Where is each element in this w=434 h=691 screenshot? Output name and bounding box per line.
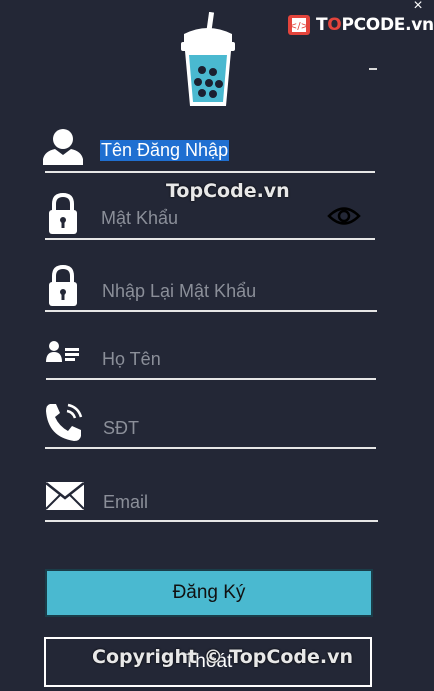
username-underline <box>45 171 375 173</box>
confirm-password-input[interactable]: Nhập Lại Mật Khẩu <box>102 281 256 302</box>
user-icon <box>42 127 84 165</box>
topcode-brand-logo: </> TOPCODE.vn <box>286 10 434 40</box>
full-name-underline <box>46 378 376 380</box>
email-underline <box>45 520 378 522</box>
watermark-center: TopCode.vn <box>166 180 290 202</box>
password-underline <box>45 238 375 240</box>
email-input[interactable]: Email <box>103 492 148 513</box>
eye-icon[interactable] <box>327 205 361 227</box>
phone-input[interactable]: SĐT <box>103 418 139 439</box>
watermark-copyright: Copyright © TopCode.vn <box>92 646 354 668</box>
lock-icon <box>47 193 79 235</box>
id-card-icon <box>46 340 80 364</box>
brand-name: TOPCODE.vn <box>316 15 434 35</box>
phone-underline <box>45 447 376 449</box>
envelope-icon <box>45 481 85 511</box>
phone-icon <box>44 401 86 443</box>
register-button-label: Đăng Ký <box>172 582 246 603</box>
code-book-logo-icon: </> <box>286 12 312 38</box>
username-input[interactable]: Tên Đăng Nhập <box>100 140 230 161</box>
svg-text:</>: </> <box>289 21 309 32</box>
register-button[interactable]: Đăng Ký <box>45 569 373 617</box>
minimize-window-button[interactable] <box>369 68 377 70</box>
bubble-tea-cup-icon <box>178 11 238 113</box>
lock-icon-confirm <box>47 265 79 307</box>
confirm-password-underline <box>45 310 377 312</box>
password-input[interactable]: Mật Khẩu <box>101 208 178 229</box>
full-name-input[interactable]: Họ Tên <box>102 349 161 370</box>
